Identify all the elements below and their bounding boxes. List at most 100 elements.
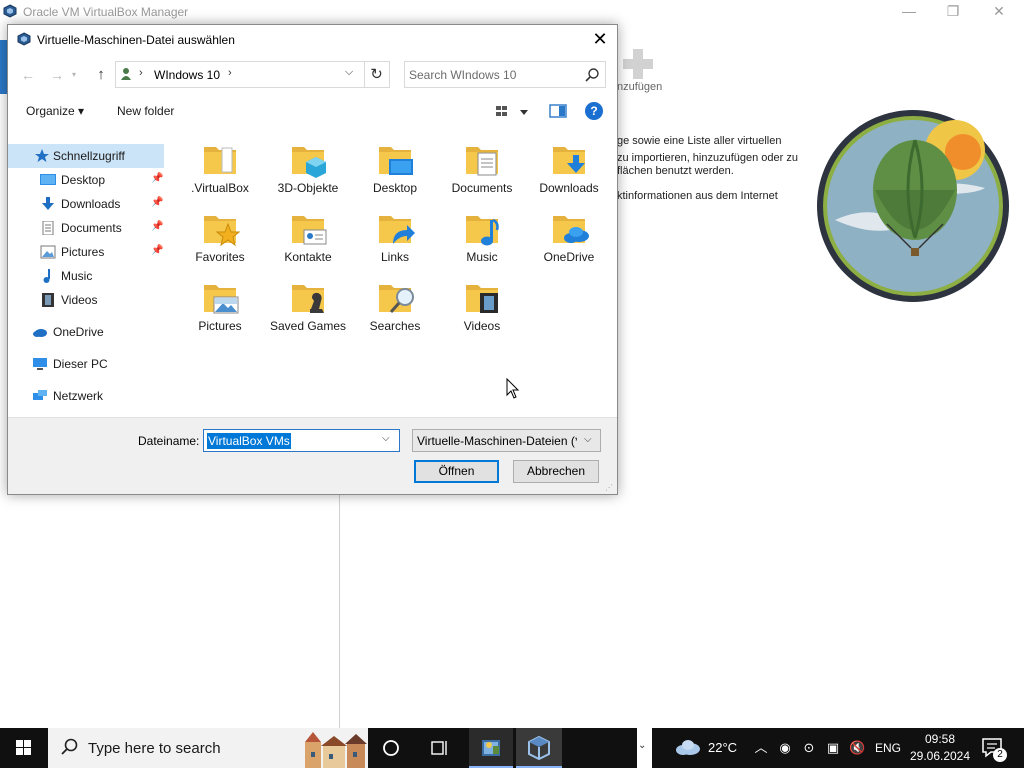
nav-label: Pictures (61, 245, 105, 259)
back-arrow-icon[interactable]: ← (18, 65, 38, 85)
chevron-down-icon[interactable]: ⌵ (584, 434, 592, 445)
nav-item-onedrive[interactable]: OneDrive (8, 320, 164, 344)
file-open-dialog: Virtuelle-Maschinen-Datei auswählen ✕ ← … (7, 24, 618, 495)
file-item[interactable]: 3D-Objekte (264, 135, 352, 201)
breadcrumb-item[interactable]: WIndows 10 (154, 68, 220, 82)
open-button[interactable]: Öffnen (414, 460, 499, 483)
chevron-right-icon[interactable]: › (139, 67, 143, 79)
pin-icon[interactable]: 📌 (151, 245, 163, 256)
nav-item-quick-access[interactable]: Schnellzugriff (8, 144, 164, 168)
file-item[interactable]: Pictures (176, 273, 264, 339)
file-label: Pictures (198, 319, 242, 333)
forward-arrow-icon[interactable]: → (47, 65, 67, 85)
file-item[interactable]: Desktop (351, 135, 439, 201)
nav-item-downloads[interactable]: Downloads 📌 (8, 192, 164, 216)
pane-divider[interactable] (339, 495, 340, 728)
chevron-down-icon[interactable]: ⌄ (638, 740, 646, 751)
document-icon (40, 220, 56, 236)
virtualbox-icon (17, 32, 31, 46)
nav-label: OneDrive (53, 325, 104, 339)
nav-item-network[interactable]: Netzwerk (8, 384, 164, 408)
nav-item-pictures[interactable]: Pictures 📌 (8, 240, 164, 264)
taskbar-app-file-explorer[interactable] (469, 728, 513, 768)
file-item[interactable]: Searches (351, 273, 439, 339)
cancel-button[interactable]: Abbrechen (513, 460, 599, 483)
file-item[interactable]: Downloads (525, 135, 613, 201)
nav-item-this-pc[interactable]: Dieser PC (8, 352, 164, 376)
network-wired-icon[interactable]: ▣ (825, 740, 841, 756)
file-label: Downloads (539, 181, 599, 195)
file-item[interactable]: Links (351, 204, 439, 270)
dialog-close-button[interactable]: ✕ (583, 27, 617, 53)
file-item[interactable]: Kontakte (264, 204, 352, 270)
file-item[interactable]: Documents (438, 135, 526, 201)
add-plus-icon[interactable] (620, 46, 656, 82)
file-list: .VirtualBox 3D-Objekte Desktop Documents (176, 135, 612, 420)
nav-label: Desktop (61, 173, 106, 187)
file-explorer-app-icon (482, 740, 500, 756)
filetype-value: Virtuelle-Maschinen-Dateien (* (417, 434, 577, 448)
nav-item-music[interactable]: Music (8, 264, 164, 288)
search-highlight-illustration (305, 732, 367, 768)
search-icon[interactable] (584, 67, 600, 83)
search-box[interactable] (404, 61, 606, 88)
new-folder-button[interactable]: New folder (117, 104, 174, 118)
add-button-label[interactable]: nzufügen (617, 81, 662, 93)
chevron-right-icon[interactable]: › (228, 67, 232, 79)
input-language[interactable]: ENG (875, 741, 901, 755)
welcome-line: zu importieren, hinzuzufügen oder zu (617, 152, 798, 164)
pin-icon[interactable]: 📌 (151, 173, 163, 184)
clock-time[interactable]: 09:58 (920, 732, 960, 746)
file-item[interactable]: Music (438, 204, 526, 270)
task-view-icon[interactable] (429, 738, 449, 758)
filename-input[interactable]: VirtualBox VMs ⌵ (203, 429, 400, 452)
speaker-muted-icon[interactable]: 🔇 (849, 740, 865, 756)
chevron-down-icon[interactable]: ⌵ (382, 433, 390, 444)
nav-item-desktop[interactable]: Desktop 📌 (8, 168, 164, 192)
pin-icon[interactable]: 📌 (151, 221, 163, 232)
help-icon[interactable]: ? (585, 102, 603, 120)
cortana-circle-icon[interactable] (381, 738, 401, 758)
pin-icon[interactable]: 📌 (151, 197, 163, 208)
camera-icon[interactable]: ⊙ (801, 740, 817, 756)
file-item[interactable]: Favorites (176, 204, 264, 270)
weather-temperature[interactable]: 22°C (708, 740, 737, 755)
preview-pane-icon[interactable] (549, 103, 567, 119)
taskbar-app-virtualbox[interactable] (516, 728, 562, 768)
clock-date[interactable]: 29.06.2024 (907, 749, 973, 763)
filetype-select[interactable]: Virtuelle-Maschinen-Dateien (* ⌵ (412, 429, 601, 452)
file-item[interactable]: Videos (438, 273, 526, 339)
record-icon[interactable]: ◉ (777, 740, 793, 756)
dialog-titlebar[interactable]: Virtuelle-Maschinen-Datei auswählen ✕ (8, 25, 617, 55)
filename-value[interactable]: VirtualBox VMs (207, 433, 291, 449)
music-folder-icon (466, 216, 499, 246)
file-item[interactable]: OneDrive (525, 204, 613, 270)
chevron-up-icon[interactable]: ︿ (753, 740, 769, 756)
minimize-button[interactable]: — (886, 0, 932, 24)
resize-grip-icon[interactable]: ⋰ (605, 483, 615, 493)
chevron-down-icon[interactable]: ⌵ (339, 66, 359, 83)
nav-label: Music (61, 269, 93, 283)
recent-locations-chevron-icon[interactable]: ▾ (72, 65, 84, 85)
up-arrow-icon[interactable]: ↑ (91, 65, 111, 85)
close-window-button[interactable]: ✕ (976, 0, 1022, 24)
window-title: Oracle VM VirtualBox Manager (23, 5, 189, 19)
view-options-icon[interactable] (492, 102, 532, 122)
downloads-folder-icon (553, 147, 585, 174)
taskbar-search-box[interactable]: Type here to search (48, 728, 368, 768)
cloud-weather-icon[interactable] (675, 738, 701, 756)
file-item[interactable]: Saved Games (264, 273, 352, 339)
nav-item-documents[interactable]: Documents 📌 (8, 216, 164, 240)
nav-item-videos[interactable]: Videos (8, 288, 164, 312)
windows-start-icon[interactable] (0, 728, 48, 768)
file-item[interactable]: .VirtualBox (176, 135, 264, 201)
organize-button[interactable]: Organize ▾ (26, 104, 84, 118)
address-bar[interactable]: › WIndows 10 › ⌵ (115, 61, 365, 88)
taskbar-search-placeholder[interactable]: Type here to search (88, 740, 221, 757)
search-input[interactable] (409, 65, 579, 84)
mouse-pointer-icon (506, 378, 520, 399)
file-label: 3D-Objekte (277, 181, 339, 195)
refresh-icon[interactable]: ↻ (364, 61, 390, 88)
restore-button[interactable]: ❐ (930, 0, 976, 24)
search-icon (61, 738, 78, 755)
